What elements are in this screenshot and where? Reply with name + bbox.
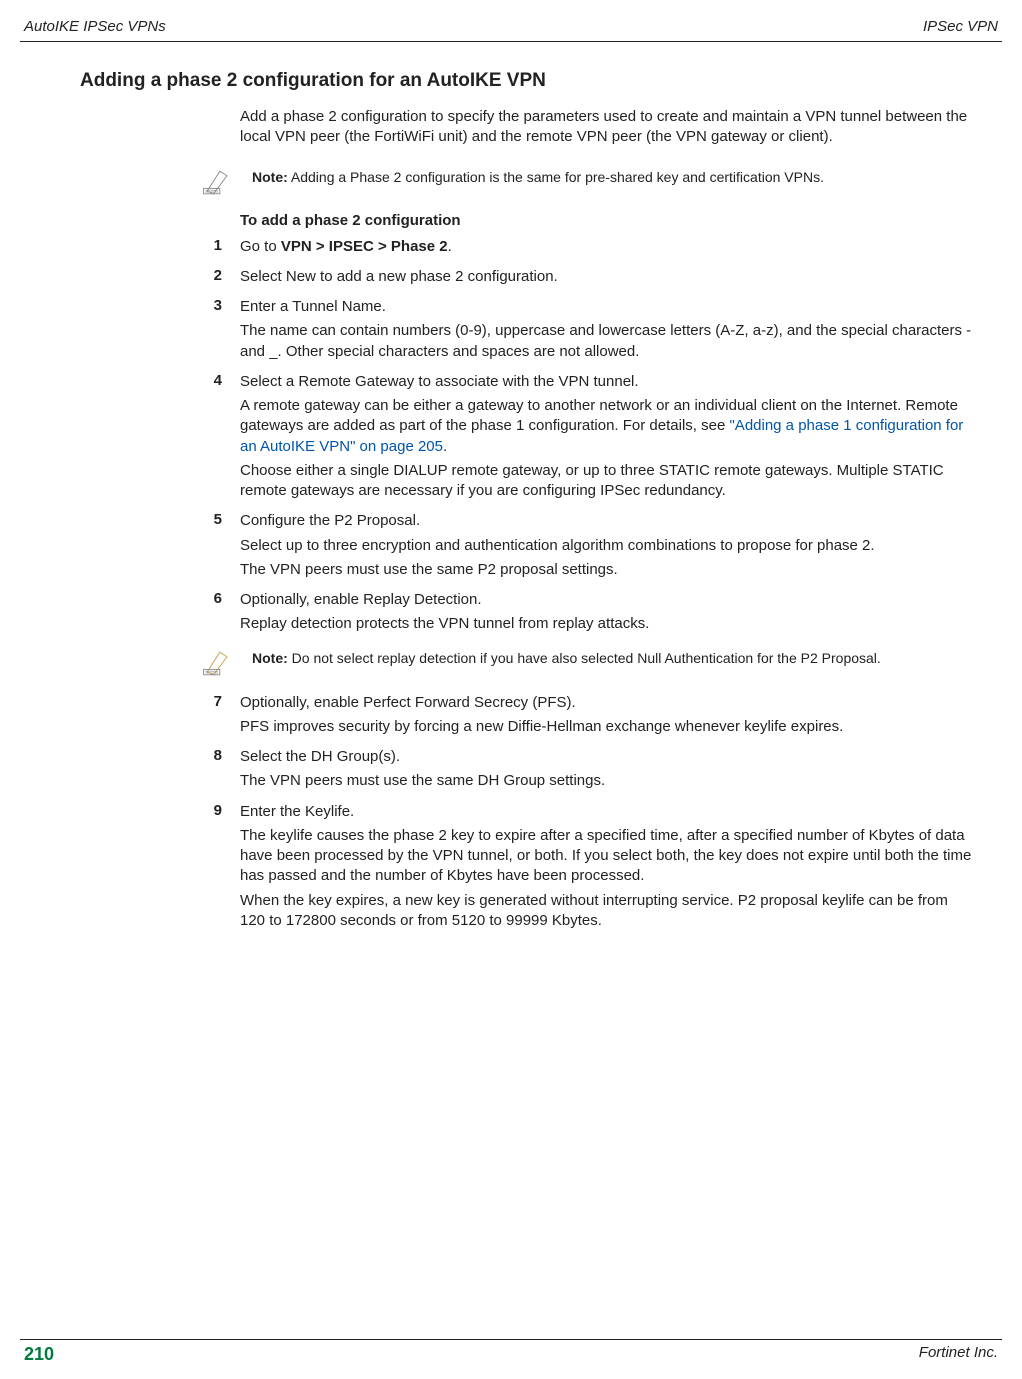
step-text: Optionally, enable Perfect Forward Secre…: [240, 693, 972, 713]
step-text-part: .: [443, 438, 447, 455]
step-text: .: [448, 238, 452, 255]
page-number: 210: [24, 1344, 54, 1365]
step-5: 5 Configure the P2 Proposal. Select up t…: [80, 511, 972, 584]
footer-rule: [20, 1339, 1002, 1340]
header-left: AutoIKE IPSec VPNs: [24, 18, 166, 35]
step-number: 8: [80, 747, 240, 796]
step-2: 2 Select New to add a new phase 2 config…: [80, 267, 972, 291]
step-text: The VPN peers must use the same DH Group…: [240, 771, 972, 791]
note-icon: [200, 168, 236, 198]
step-text: Select up to three encryption and authen…: [240, 536, 972, 556]
step-text: When the key expires, a new key is gener…: [240, 891, 972, 932]
step-9: 9 Enter the Keylife. The keylife causes …: [80, 802, 972, 936]
header-right: IPSec VPN: [923, 18, 998, 35]
step-text: Enter a Tunnel Name.: [240, 297, 972, 317]
step-number: 6: [80, 590, 240, 639]
step-text: The name can contain numbers (0-9), uppe…: [240, 321, 972, 362]
step-body: Go to VPN > IPSEC > Phase 2.: [240, 237, 972, 261]
step-body: Optionally, enable Perfect Forward Secre…: [240, 693, 972, 742]
step-text: Configure the P2 Proposal.: [240, 511, 972, 531]
step-number: 4: [80, 372, 240, 506]
step-7: 7 Optionally, enable Perfect Forward Sec…: [80, 693, 972, 742]
footer-company: Fortinet Inc.: [919, 1344, 998, 1365]
step-number: 2: [80, 267, 240, 291]
note-label: Note:: [252, 650, 288, 666]
step-text: Select the DH Group(s).: [240, 747, 972, 767]
step-number: 1: [80, 237, 240, 261]
note-body: Do not select replay detection if you ha…: [288, 650, 881, 666]
step-text: The VPN peers must use the same P2 propo…: [240, 560, 972, 580]
page-footer: 210 Fortinet Inc.: [20, 1339, 1002, 1365]
step-text: PFS improves security by forcing a new D…: [240, 717, 972, 737]
step-4: 4 Select a Remote Gateway to associate w…: [80, 372, 972, 506]
step-text: Optionally, enable Replay Detection.: [240, 590, 972, 610]
caution-note-icon: [200, 649, 236, 679]
step-body: Configure the P2 Proposal. Select up to …: [240, 511, 972, 584]
note-block-1: Note: Adding a Phase 2 configuration is …: [200, 168, 972, 198]
note-text-2: Note: Do not select replay detection if …: [252, 649, 881, 668]
step-text: The keylife causes the phase 2 key to ex…: [240, 826, 972, 887]
step-text: Select a Remote Gateway to associate wit…: [240, 372, 972, 392]
step-text: Replay detection protects the VPN tunnel…: [240, 614, 972, 634]
step-text: Choose either a single DIALUP remote gat…: [240, 461, 972, 502]
step-6: 6 Optionally, enable Replay Detection. R…: [80, 590, 972, 639]
section-title: Adding a phase 2 configuration for an Au…: [80, 70, 972, 92]
step-3: 3 Enter a Tunnel Name. The name can cont…: [80, 297, 972, 366]
step-number: 5: [80, 511, 240, 584]
step-number: 3: [80, 297, 240, 366]
step-text: Enter the Keylife.: [240, 802, 972, 822]
step-body: Select New to add a new phase 2 configur…: [240, 267, 972, 291]
step-body: Select the DH Group(s). The VPN peers mu…: [240, 747, 972, 796]
step-body: Enter a Tunnel Name. The name can contai…: [240, 297, 972, 366]
step-number: 9: [80, 802, 240, 936]
step-number: 7: [80, 693, 240, 742]
step-text: Go to: [240, 238, 281, 255]
step-body: Select a Remote Gateway to associate wit…: [240, 372, 972, 506]
note-label: Note:: [252, 169, 288, 185]
step-body: Optionally, enable Replay Detection. Rep…: [240, 590, 972, 639]
step-8: 8 Select the DH Group(s). The VPN peers …: [80, 747, 972, 796]
step-text: Select New to add a new phase 2 configur…: [240, 267, 972, 287]
procedure-heading: To add a phase 2 configuration: [240, 212, 972, 229]
step-text: A remote gateway can be either a gateway…: [240, 396, 972, 457]
page-header: AutoIKE IPSec VPNs IPSec VPN: [20, 18, 1002, 37]
note-body: Adding a Phase 2 configuration is the sa…: [288, 169, 824, 185]
section-intro: Add a phase 2 configuration to specify t…: [240, 107, 972, 148]
step-body: Enter the Keylife. The keylife causes th…: [240, 802, 972, 936]
step-text-bold: VPN > IPSEC > Phase 2: [281, 238, 448, 255]
note-text-1: Note: Adding a Phase 2 configuration is …: [252, 168, 824, 187]
note-block-2: Note: Do not select replay detection if …: [200, 649, 972, 679]
step-1: 1 Go to VPN > IPSEC > Phase 2.: [80, 237, 972, 261]
